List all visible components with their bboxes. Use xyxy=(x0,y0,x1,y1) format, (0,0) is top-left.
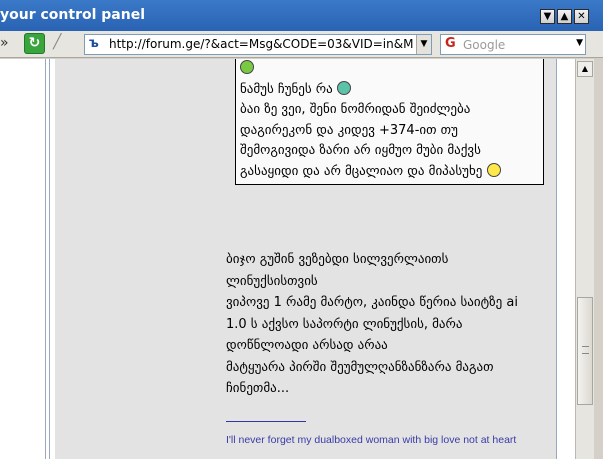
window-titlebar[interactable]: your control panel ▼ ▲ ✕ xyxy=(0,0,603,31)
scrollbar-grip-icon xyxy=(582,346,589,354)
reply-line: ვიპოვე 1 რამე მარტო, კაინდა წერია საიტზე… xyxy=(226,295,518,310)
navigation-toolbar: » ↻ ╱ ъ http://forum.ge/?&act=Msg&CODE=0… xyxy=(0,31,603,58)
reply-line: ბიჯო გუშინ ვეზებდი სილვერლაითს xyxy=(226,252,449,267)
right-margin-column xyxy=(556,59,575,459)
reply-line: 1.0 ს აქვსო საპორტი ლინუქსის, მარა xyxy=(226,316,463,332)
reload-icon[interactable]: ↻ xyxy=(24,33,45,54)
reply-line: დოწნლოადი არსად არაა xyxy=(226,338,388,353)
reply-line: მატყუარა პირში შეუმულღანზანზარა მაგათ xyxy=(226,359,494,375)
quote-line: ბაი ზე ვეი, შენი ნომრიდან შეიძლება xyxy=(240,102,471,117)
search-bar[interactable]: G ▼ xyxy=(440,34,586,55)
reply-text: ბიჯო გუშინ ვეზებდი სილვერლაითს ლინუქსისთ… xyxy=(226,249,552,400)
left-margin-column xyxy=(0,59,50,459)
reply-line: ჩინეთმა... xyxy=(226,381,290,396)
toolbar-overflow-chevron-icon[interactable]: » xyxy=(0,35,9,51)
signature-divider xyxy=(226,421,306,422)
signature-text: I'll never forget my dualboxed woman wit… xyxy=(226,434,517,446)
stop-icon[interactable]: ╱ xyxy=(53,34,61,50)
quote-box: ნამუს ჩუნეს რა ბაი ზე ვეი, შენი ნომრიდან… xyxy=(235,59,544,185)
site-favicon-icon: ъ xyxy=(89,36,99,51)
smile-emoji-icon xyxy=(486,162,501,177)
search-engine-dropdown-icon[interactable]: ▼ xyxy=(576,38,583,48)
window-title: your control panel xyxy=(0,7,145,23)
table-border-line xyxy=(556,59,557,459)
window-right-edge xyxy=(594,59,603,459)
scroll-up-arrow-icon[interactable]: ▲ xyxy=(577,61,593,77)
scrollbar-thumb[interactable] xyxy=(577,297,593,405)
laughing-emoji-icon xyxy=(336,80,351,95)
post-author-column xyxy=(55,59,222,459)
vertical-scrollbar[interactable]: ▲ xyxy=(575,59,594,459)
quote-line: გასაყიდი და არ მცალიაო და მიპასუხე xyxy=(240,162,539,183)
minimize-button[interactable]: ▼ xyxy=(540,9,555,24)
url-text[interactable]: http://forum.ge/?&act=Msg&CODE=03&VID=in… xyxy=(109,37,414,51)
search-input[interactable] xyxy=(463,36,563,53)
maximize-button[interactable]: ▲ xyxy=(557,9,572,24)
post-content-column: ნამუს ჩუნეს რა ბაი ზე ვეი, შენი ნომრიდან… xyxy=(222,59,556,459)
reply-line: ლინუქსისთვის xyxy=(226,273,318,289)
google-engine-icon[interactable]: G xyxy=(445,36,456,51)
close-button[interactable]: ✕ xyxy=(574,9,589,24)
quote-line xyxy=(240,59,539,80)
url-history-dropdown-icon[interactable]: ▼ xyxy=(416,35,431,54)
quote-line: ნამუს ჩუნეს რა xyxy=(240,80,539,101)
url-bar[interactable]: ъ http://forum.ge/?&act=Msg&CODE=03&VID=… xyxy=(84,34,432,55)
quote-line: შემოგივიდა ზარი არ იყმუო მუბი მაქვს xyxy=(240,143,481,158)
page-viewport: ნამუს ჩუნეს რა ბაი ზე ვეი, შენი ნომრიდან… xyxy=(0,59,575,459)
quote-line: დაგირეკონ და კიდევ +374-ით თუ xyxy=(240,122,458,138)
smiley-emoji-icon xyxy=(240,60,254,74)
table-border-line xyxy=(45,59,46,459)
